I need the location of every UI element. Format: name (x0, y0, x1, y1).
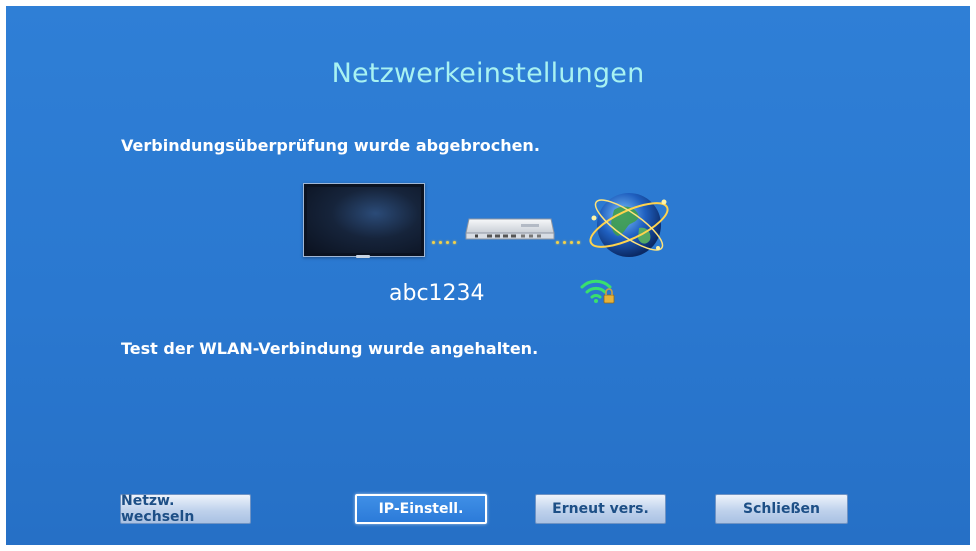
router-internet-link (556, 229, 584, 244)
change-network-button[interactable]: Netzw. wechseln (120, 493, 251, 525)
tv-stand (356, 255, 370, 258)
dialog-title: Netzwerkeinstellungen (331, 58, 645, 89)
close-button[interactable]: Schließen (715, 494, 848, 524)
network-settings-screen: Netzwerkeinstellungen Verbindungsüberprü… (6, 6, 970, 545)
tv-router-link (432, 229, 460, 244)
globe-icon (584, 178, 674, 268)
ip-settings-button[interactable]: IP-Einstell. (355, 494, 487, 524)
router-icon (465, 215, 555, 241)
wlan-test-status: Test der WLAN-Verbindung wurde angehalte… (121, 339, 539, 358)
wifi-locked-icon (580, 277, 616, 305)
tv-screen (307, 187, 421, 253)
connection-check-status: Verbindungsüberprüfung wurde abgebrochen… (121, 136, 540, 155)
tv-icon (303, 183, 425, 257)
network-name: abc1234 (389, 281, 485, 306)
retry-button[interactable]: Erneut vers. (535, 494, 666, 524)
